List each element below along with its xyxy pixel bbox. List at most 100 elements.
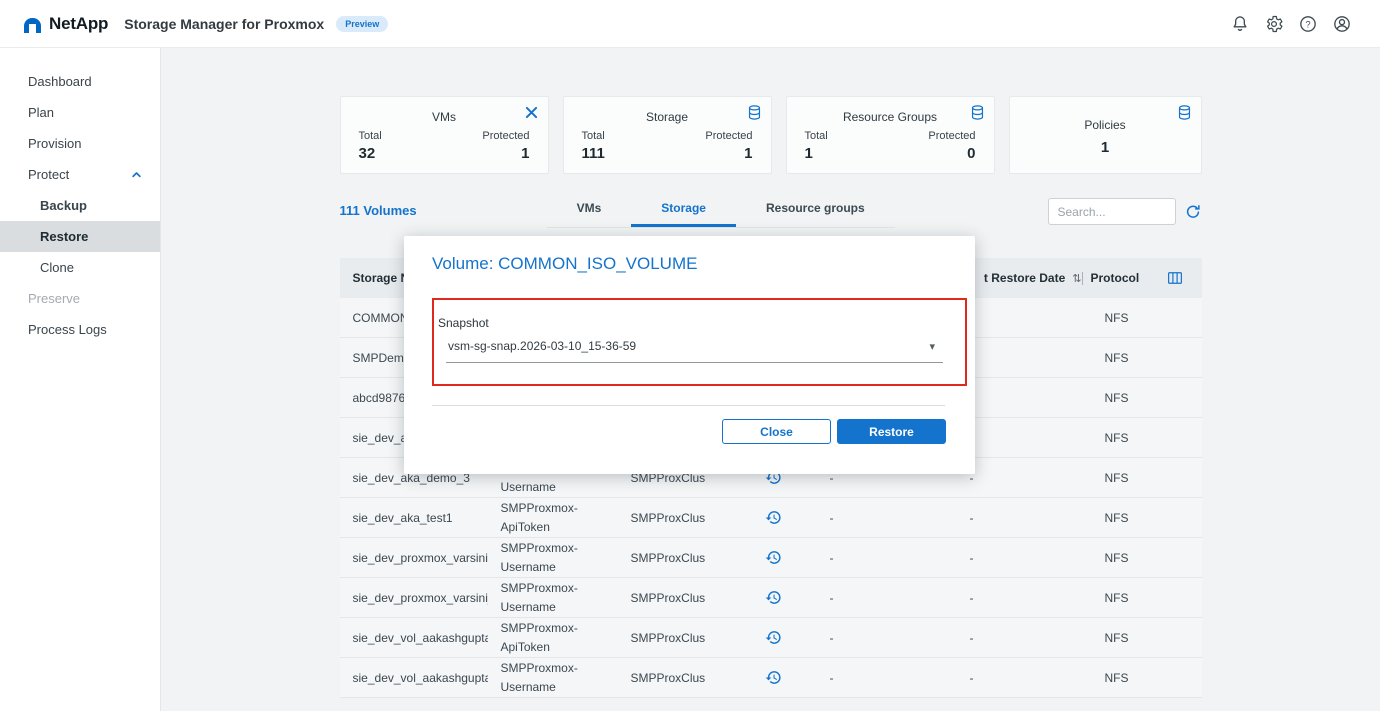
snapshot-highlight-box: Snapshot vsm-sg-snap.2026-03-10_15-36-59…: [432, 298, 967, 386]
restore-volume-modal: Volume: COMMON_ISO_VOLUME Snapshot vsm-s…: [404, 236, 975, 474]
sidebar-item-provision[interactable]: Provision: [0, 128, 160, 159]
svg-text:?: ?: [1305, 19, 1310, 29]
cell-storage-name: sie_dev_vol_aakashgupta: [340, 671, 488, 685]
restore-history-icon[interactable]: [765, 629, 782, 646]
modal-actions: Close Restore: [404, 419, 946, 444]
sidebar-item-label: Process Logs: [28, 322, 107, 337]
volumes-toolbar: 111 Volumes VMs Storage Resource groups: [340, 196, 1202, 228]
close-button[interactable]: Close: [722, 419, 831, 444]
snapshot-select[interactable]: vsm-sg-snap.2026-03-10_15-36-59 ▾: [446, 339, 943, 363]
cell-credential: SMPProxmox-ApiToken: [488, 499, 618, 536]
cell-protocol: NFS: [1082, 391, 1202, 405]
sidebar-item-label: Preserve: [28, 291, 80, 306]
settings-icon[interactable]: [1264, 14, 1284, 34]
brand-name: NetApp: [49, 14, 108, 34]
cell-last-restore-date: -: [862, 631, 1082, 645]
protected-value: 1: [482, 145, 529, 162]
sidebar-item-backup[interactable]: Backup: [0, 190, 160, 221]
cell-protocol: NFS: [1082, 631, 1202, 645]
sidebar-item-label: Dashboard: [28, 74, 92, 89]
tab-vms[interactable]: VMs: [547, 195, 632, 227]
tab-storage[interactable]: Storage: [631, 195, 736, 227]
total-label: Total: [805, 130, 828, 142]
sidebar-item-preserve[interactable]: Preserve: [0, 283, 160, 314]
restore-button[interactable]: Restore: [837, 419, 946, 444]
header-divider: [1082, 272, 1083, 285]
protected-label: Protected: [482, 130, 529, 142]
search-input[interactable]: [1048, 198, 1176, 225]
restore-history-icon[interactable]: [765, 509, 782, 526]
cell-last-backup: -: [802, 631, 862, 645]
modal-title: Volume: COMMON_ISO_VOLUME: [404, 236, 975, 274]
cell-restore-action: [746, 589, 802, 606]
card-protected: Protected 1: [705, 130, 752, 162]
card-policies: Policies 1: [1009, 96, 1202, 174]
card-vms: VMs Total 32 Protected 1: [340, 96, 549, 174]
refresh-icon[interactable]: [1184, 203, 1202, 221]
sidebar-item-dashboard[interactable]: Dashboard: [0, 66, 160, 97]
account-icon[interactable]: [1332, 14, 1352, 34]
cell-last-backup: -: [802, 671, 862, 685]
restore-history-icon[interactable]: [765, 669, 782, 686]
cell-cluster: SMPProxClus: [618, 631, 746, 645]
cell-protocol: NFS: [1082, 471, 1202, 485]
cell-cluster: SMPProxClus: [618, 671, 746, 685]
header-protocol: Protocol: [1082, 269, 1202, 287]
tab-resource-groups[interactable]: Resource groups: [736, 195, 895, 227]
cell-protocol: NFS: [1082, 431, 1202, 445]
restore-history-icon[interactable]: [765, 549, 782, 566]
card-protected: Protected 0: [928, 130, 975, 162]
cell-protocol: NFS: [1082, 551, 1202, 565]
cell-protocol: NFS: [1082, 671, 1202, 685]
sort-icon[interactable]: ⇅: [1072, 272, 1081, 285]
table-row: sie_dev_vol_aakashgupta SMPProxmox- User…: [340, 658, 1202, 698]
modal-divider: [432, 405, 945, 406]
sidebar-item-protect[interactable]: Protect: [0, 159, 160, 190]
card-title: Policies: [1084, 118, 1125, 132]
policies-icon: [1176, 104, 1193, 121]
policies-value: 1: [1101, 139, 1109, 156]
cell-protocol: NFS: [1082, 511, 1202, 525]
cell-last-restore-date: -: [862, 511, 1082, 525]
cell-storage-name: sie_dev_proxmox_varsini_1: [340, 591, 488, 605]
cell-storage-name: sie_dev_aka_test1: [340, 511, 488, 525]
cell-restore-action: [746, 509, 802, 526]
card-title: Resource Groups: [805, 110, 976, 124]
protected-value: 0: [928, 145, 975, 162]
cell-credential: SMPProxmox-ApiToken: [488, 619, 618, 656]
table-row: sie_dev_proxmox_varsini SMPProxmox- User…: [340, 538, 1202, 578]
cell-credential: SMPProxmox- Username: [488, 659, 618, 696]
resource-groups-icon: [969, 104, 986, 121]
cell-last-restore-date: -: [862, 591, 1082, 605]
sidebar-item-process-logs[interactable]: Process Logs: [0, 314, 160, 345]
sidebar-item-label: Restore: [40, 229, 88, 244]
snapshot-label: Snapshot: [438, 316, 965, 330]
notifications-icon[interactable]: [1230, 14, 1250, 34]
sidebar-item-label: Plan: [28, 105, 54, 120]
sidebar-item-plan[interactable]: Plan: [0, 97, 160, 128]
card-total: Total 111: [582, 130, 605, 162]
total-label: Total: [359, 130, 382, 142]
card-storage: Storage Total 111 Protected 1: [563, 96, 772, 174]
total-label: Total: [582, 130, 605, 142]
cell-restore-action: [746, 549, 802, 566]
cell-storage-name: sie_dev_vol_aakashgupta: [340, 631, 488, 645]
sidebar-item-label: Protect: [28, 167, 69, 182]
header-protocol-label[interactable]: Protocol: [1091, 271, 1140, 285]
cell-cluster: SMPProxClus: [618, 511, 746, 525]
protected-label: Protected: [928, 130, 975, 142]
card-protected: Protected 1: [482, 130, 529, 162]
columns-icon[interactable]: [1166, 269, 1184, 287]
app-title: Storage Manager for Proxmox: [124, 16, 324, 32]
top-bar: NetApp Storage Manager for Proxmox Previ…: [0, 0, 1380, 48]
sidebar-item-restore[interactable]: Restore: [0, 221, 160, 252]
total-value: 111: [582, 145, 605, 162]
total-value: 32: [359, 145, 382, 162]
sidebar-item-clone[interactable]: Clone: [0, 252, 160, 283]
card-title: Storage: [582, 110, 753, 124]
restore-history-icon[interactable]: [765, 589, 782, 606]
chevron-up-icon: [129, 167, 144, 182]
sidebar-item-label: Backup: [40, 198, 87, 213]
help-icon[interactable]: ?: [1298, 14, 1318, 34]
cell-protocol: NFS: [1082, 311, 1202, 325]
